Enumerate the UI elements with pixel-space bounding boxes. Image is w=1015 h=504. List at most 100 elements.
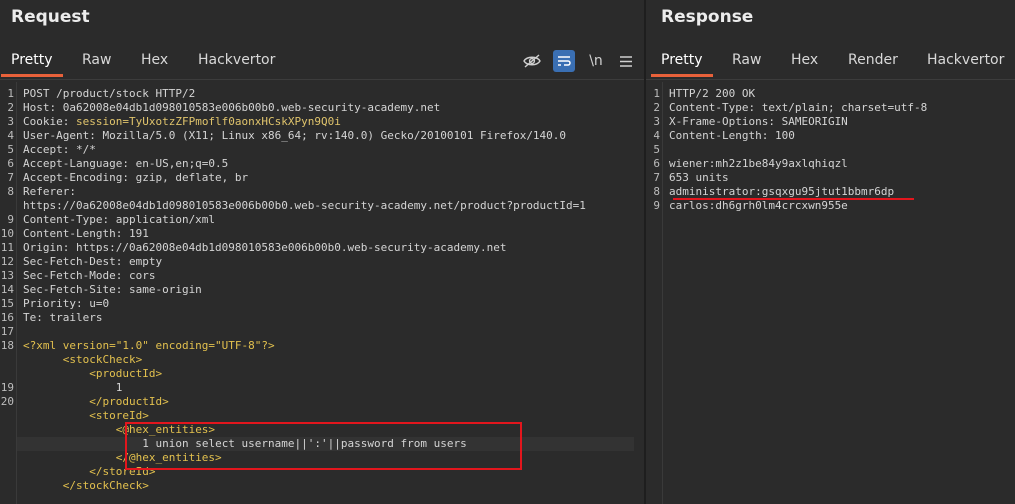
- tab-raw[interactable]: Raw: [732, 44, 761, 76]
- code-line: 10 Content-Length: 191: [0, 227, 644, 241]
- code-text: 1: [23, 381, 123, 395]
- code-line: 2 Content-Type: text/plain; charset=utf-8: [646, 101, 1015, 115]
- code-line: 5: [646, 143, 1015, 157]
- line-text: Referer:: [23, 185, 76, 198]
- tab-hackvertor[interactable]: Hackvertor: [198, 44, 275, 76]
- code-line: 6 wiener:mh2z1be84y9axlqhiqzl: [646, 157, 1015, 171]
- code-line: 11 Origin: https://0a62008e04db1d09801058…: [0, 241, 644, 255]
- tab-render[interactable]: Render: [848, 44, 898, 76]
- code-line: <storeId>: [0, 409, 644, 423]
- header-name: Cookie:: [23, 115, 76, 128]
- line-text: Accept-Language: en-US,en;q=0.5: [23, 157, 229, 170]
- code-line: 2 Host: 0a62008e04db1d098010583e006b00b0.…: [0, 101, 644, 115]
- code-line: </stockCheck>: [0, 479, 644, 493]
- code-text: Host: 0a62008e04db1d098010583e006b00b0.w…: [23, 101, 440, 115]
- tab-separator: [0, 79, 644, 80]
- line-text: Te: trailers: [23, 311, 103, 324]
- line-number: 14: [0, 283, 14, 296]
- code-text: Referer:: [23, 185, 76, 199]
- request-editor[interactable]: 1 POST /product/stock HTTP/2 2 Host: 0a6200…: [0, 82, 644, 504]
- code-text: POST /product/stock HTTP/2: [23, 87, 195, 101]
- line-text: Sec-Fetch-Mode: cors: [23, 269, 156, 282]
- code-text: Content-Type: text/plain; charset=utf-8: [669, 101, 927, 115]
- code-text: https://0a62008e04db1d098010583e006b00b0…: [23, 199, 586, 213]
- line-number: 3: [7, 115, 14, 128]
- code-text: <storeId>: [23, 409, 149, 423]
- request-tabs: Pretty Raw Hex Hackvertor: [0, 44, 644, 78]
- code-line: 3 X-Frame-Options: SAMEORIGIN: [646, 115, 1015, 129]
- code-line: 1 HTTP/2 200 OK: [646, 87, 1015, 101]
- line-number: 13: [0, 269, 14, 282]
- code-text: Accept-Encoding: gzip, deflate, br: [23, 171, 248, 185]
- code-text: HTTP/2 200 OK: [669, 87, 755, 101]
- code-line: 7 653 units: [646, 171, 1015, 185]
- cookie-value: session=TyUxotzZFPmoflf0aonxHCskXPyn9Q0i: [75, 115, 341, 128]
- code-text: Content-Length: 191: [23, 227, 149, 241]
- tab-pretty[interactable]: Pretty: [1, 44, 62, 77]
- line-text: Priority: u=0: [23, 297, 110, 310]
- code-line: 9 Content-Type: application/xml: [0, 213, 644, 227]
- code-line: 19 1: [0, 381, 644, 395]
- tab-hackvertor[interactable]: Hackvertor: [927, 44, 1004, 76]
- code-line: 4 Content-Length: 100: [646, 129, 1015, 143]
- code-line: 1 POST /product/stock HTTP/2: [0, 87, 644, 101]
- code-line: https://0a62008e04db1d098010583e006b00b0…: [0, 199, 644, 213]
- line-text: wiener:mh2z1be84y9axlqhiqzl: [669, 157, 848, 170]
- line-number: 16: [0, 311, 14, 324]
- code-line: 8 Referer:: [0, 185, 644, 199]
- tab-separator: [646, 79, 1015, 80]
- tab-hex[interactable]: Hex: [791, 44, 818, 76]
- line-text: administrator:gsqxgu95jtut1bbmr6dp: [669, 185, 895, 198]
- newline-toggle-icon[interactable]: \n: [585, 50, 607, 72]
- response-panel: Response Pretty Raw Hex Render Hackverto…: [646, 0, 1015, 504]
- code-text: Content-Type: application/xml: [23, 213, 215, 227]
- line-number: 6: [653, 157, 660, 170]
- line-text: Sec-Fetch-Site: same-origin: [23, 283, 202, 296]
- code-text: Priority: u=0: [23, 297, 109, 311]
- code-line: 14 Sec-Fetch-Site: same-origin: [0, 283, 644, 297]
- response-editor[interactable]: 1 HTTP/2 200 OK 2 Content-Type: text/plain;…: [646, 82, 1015, 504]
- line-text: Content-Length: 191: [23, 227, 149, 240]
- line-text: Content-Type: application/xml: [23, 213, 216, 226]
- line-text: https://0a62008e04db1d098010583e006b00b0…: [23, 199, 586, 212]
- line-text: Accept: */*: [23, 143, 96, 156]
- line-number: 11: [0, 241, 14, 254]
- line-number: 4: [7, 129, 14, 142]
- tab-pretty[interactable]: Pretty: [651, 44, 712, 77]
- line-number: 3: [653, 115, 660, 128]
- line-number: 7: [7, 171, 14, 184]
- wrap-lines-icon[interactable]: [553, 50, 575, 72]
- line-number: 15: [0, 297, 14, 310]
- credential-underline: [673, 198, 914, 200]
- line-number: 18: [0, 339, 14, 352]
- menu-icon[interactable]: [615, 50, 637, 72]
- xml-tag: <productId>: [89, 367, 163, 380]
- line-number: 19: [0, 381, 14, 394]
- line-text: Content-Length: 100: [669, 129, 795, 142]
- code-line: 18 <?xml version="1.0" encoding="UTF-8"?>: [0, 339, 644, 353]
- hide-eye-icon[interactable]: [521, 50, 543, 72]
- code-line: <stockCheck>: [0, 353, 644, 367]
- tab-raw[interactable]: Raw: [82, 44, 111, 76]
- request-panel: Request Pretty Raw Hex Hackvertor \n 1 PO…: [0, 0, 644, 504]
- code-text: Sec-Fetch-Mode: cors: [23, 269, 155, 283]
- line-text: Content-Type: text/plain; charset=utf-8: [669, 101, 928, 114]
- code-line: 8 administrator:gsqxgu95jtut1bbmr6dp: [646, 185, 1015, 199]
- code-text: Origin: https://0a62008e04db1d098010583e…: [23, 241, 506, 255]
- line-number: 9: [7, 213, 14, 226]
- line-text: Sec-Fetch-Dest: empty: [23, 255, 163, 268]
- code-text: Sec-Fetch-Site: same-origin: [23, 283, 202, 297]
- code-text: Te: trailers: [23, 311, 102, 325]
- line-text: 653 units: [669, 171, 729, 184]
- xml-tag: <stockCheck>: [62, 353, 143, 366]
- code-text: administrator:gsqxgu95jtut1bbmr6dp: [669, 185, 894, 199]
- line-number: 5: [653, 143, 660, 156]
- code-text: Accept-Language: en-US,en;q=0.5: [23, 157, 228, 171]
- code-line: 13 Sec-Fetch-Mode: cors: [0, 269, 644, 283]
- code-line: 6 Accept-Language: en-US,en;q=0.5: [0, 157, 644, 171]
- code-text: carlos:dh6grh0lm4crcxwn955e: [669, 199, 848, 213]
- tab-hex[interactable]: Hex: [141, 44, 168, 76]
- xml-tag: </productId>: [89, 395, 169, 408]
- line-number: 1: [653, 87, 660, 100]
- code-text: Content-Length: 100: [669, 129, 795, 143]
